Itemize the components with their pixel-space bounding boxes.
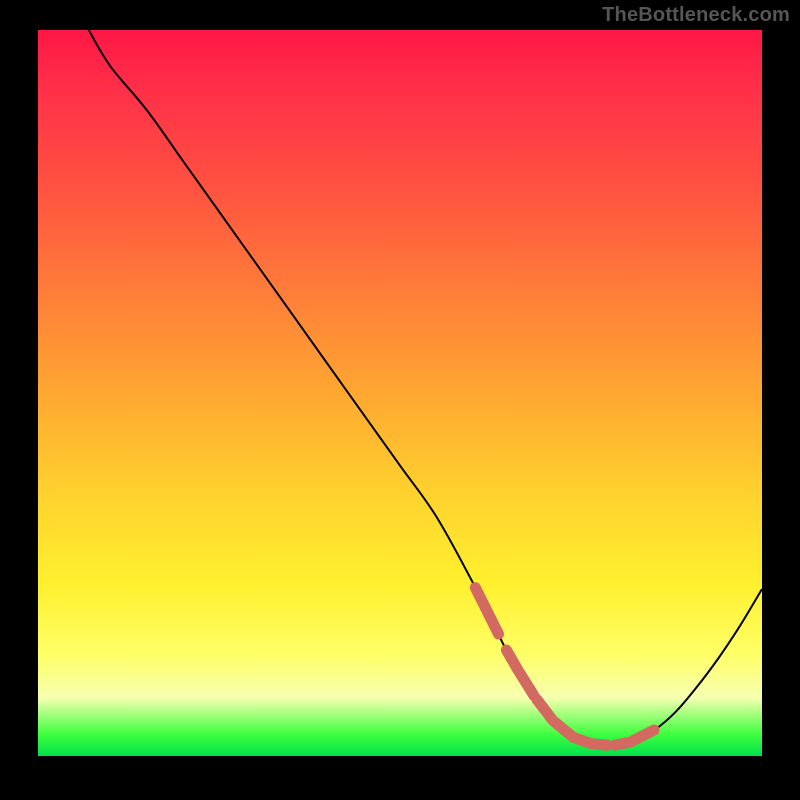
optimum-dash bbox=[520, 673, 534, 696]
bottleneck-curve bbox=[89, 30, 762, 746]
optimum-dashes bbox=[475, 588, 654, 746]
plot-area bbox=[38, 30, 762, 756]
optimum-dash bbox=[631, 730, 654, 742]
optimum-dash bbox=[591, 744, 607, 745]
watermark-text: TheBottleneck.com bbox=[602, 4, 790, 27]
optimum-dash bbox=[615, 743, 627, 745]
optimum-dash bbox=[537, 699, 553, 720]
chart-svg bbox=[38, 30, 762, 756]
optimum-dash bbox=[475, 588, 498, 634]
optimum-dash bbox=[555, 722, 571, 735]
optimum-dash bbox=[506, 650, 518, 670]
chart-frame: TheBottleneck.com bbox=[0, 0, 800, 800]
